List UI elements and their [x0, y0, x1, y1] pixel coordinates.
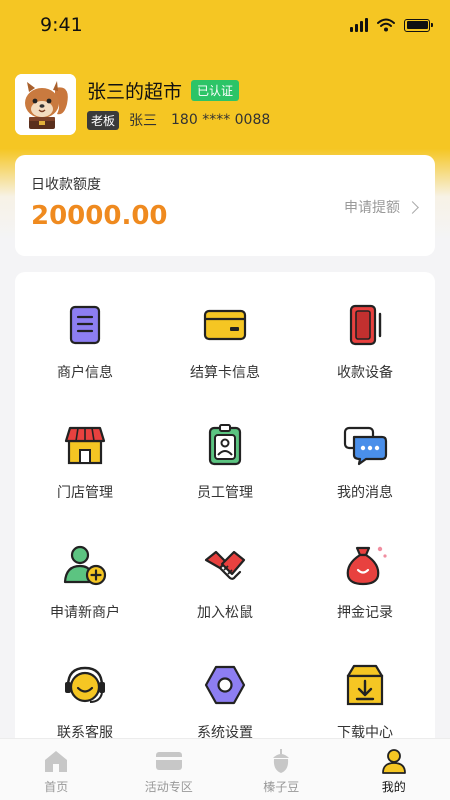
menu-label: 员工管理: [197, 485, 253, 501]
tab-mine[interactable]: 我的: [338, 739, 450, 800]
settings-icon: [204, 665, 246, 705]
tab-label: 首页: [44, 780, 69, 794]
menu-item-join-squirrel[interactable]: 加入松鼠: [155, 512, 295, 632]
card-icon: [203, 309, 247, 341]
home-icon: [45, 751, 68, 772]
status-bar: 9:41: [0, 0, 450, 52]
status-time: 9:41: [40, 14, 83, 36]
document-icon: [69, 305, 101, 345]
menu-item-apply-new-merchant[interactable]: 申请新商户: [15, 512, 155, 632]
download-icon: [346, 664, 384, 706]
menu-label: 结算卡信息: [190, 365, 260, 381]
menu-item-staff-management[interactable]: 员工管理: [155, 392, 295, 512]
menu-item-settlement-card[interactable]: 结算卡信息: [155, 272, 295, 392]
menu-item-my-messages[interactable]: 我的消息: [295, 392, 435, 512]
apply-quota-increase-link[interactable]: 申请提额: [344, 197, 419, 217]
menu-item-contact-support[interactable]: 联系客服: [15, 632, 155, 752]
menu-item-store-management[interactable]: 门店管理: [15, 392, 155, 512]
squirrel-mascot-icon: [15, 74, 76, 135]
menu-grid: 商户信息 结算卡信息 收款设备 门店管理 员工管理 我的消息 申请新商户 加入松…: [15, 272, 435, 752]
handshake-icon: [204, 550, 246, 580]
menu-item-payment-device[interactable]: 收款设备: [295, 272, 435, 392]
menu-item-deposit-records[interactable]: 押金记录: [295, 512, 435, 632]
store-name: 张三的超市: [87, 80, 183, 103]
apply-quota-label: 申请提额: [344, 200, 400, 216]
menu-label: 收款设备: [337, 365, 393, 381]
badge-icon: [208, 424, 242, 466]
tab-bar: 首页 活动专区 榛子豆 我的: [0, 738, 450, 800]
pos-device-icon: [349, 304, 382, 346]
menu-label: 申请新商户: [50, 605, 120, 621]
menu-label: 我的消息: [337, 485, 393, 501]
owner-phone: 180 **** 0088: [171, 112, 271, 128]
headset-icon: [65, 666, 105, 703]
chat-icon: [343, 426, 388, 466]
tab-home[interactable]: 首页: [0, 739, 113, 800]
menu-card: 商户信息 结算卡信息 收款设备 门店管理 员工管理 我的消息 申请新商户 加入松…: [15, 272, 435, 772]
store-icon: [64, 426, 106, 465]
menu-label: 加入松鼠: [197, 605, 253, 621]
role-badge: 老板: [87, 110, 120, 130]
profile-section: 张三的超市 已认证 老板 张三 180 **** 0088: [15, 74, 270, 135]
quota-label: 日收款额度: [31, 177, 101, 193]
add-user-icon: [63, 545, 107, 586]
status-icons: [350, 18, 433, 32]
tab-activity-zone[interactable]: 活动专区: [113, 739, 226, 800]
avatar[interactable]: [15, 74, 76, 135]
nut-icon: [273, 749, 290, 773]
menu-item-merchant-info[interactable]: 商户信息: [15, 272, 155, 392]
tab-label: 活动专区: [144, 780, 193, 794]
menu-item-system-settings[interactable]: 系统设置: [155, 632, 295, 752]
quota-amount: 20000.00: [31, 201, 168, 231]
chevron-right-icon: [406, 200, 419, 214]
signal-icon: [350, 18, 368, 32]
menu-item-download-center[interactable]: 下载中心: [295, 632, 435, 752]
verified-badge: 已认证: [191, 79, 240, 101]
menu-label: 押金记录: [337, 605, 393, 621]
menu-label: 商户信息: [57, 365, 113, 381]
wifi-icon: [377, 18, 395, 32]
tab-label: 榛子豆: [263, 780, 300, 794]
battery-icon: [404, 18, 433, 32]
user-icon: [381, 749, 406, 774]
money-bag-icon: [346, 546, 387, 586]
menu-label: 门店管理: [57, 485, 113, 501]
owner-name: 张三: [129, 113, 158, 129]
tab-label: 我的: [381, 780, 406, 794]
tab-hazelnut-beans[interactable]: 榛子豆: [225, 739, 338, 800]
card-icon: [155, 752, 182, 770]
quota-card: 日收款额度 20000.00 申请提额: [15, 155, 435, 256]
